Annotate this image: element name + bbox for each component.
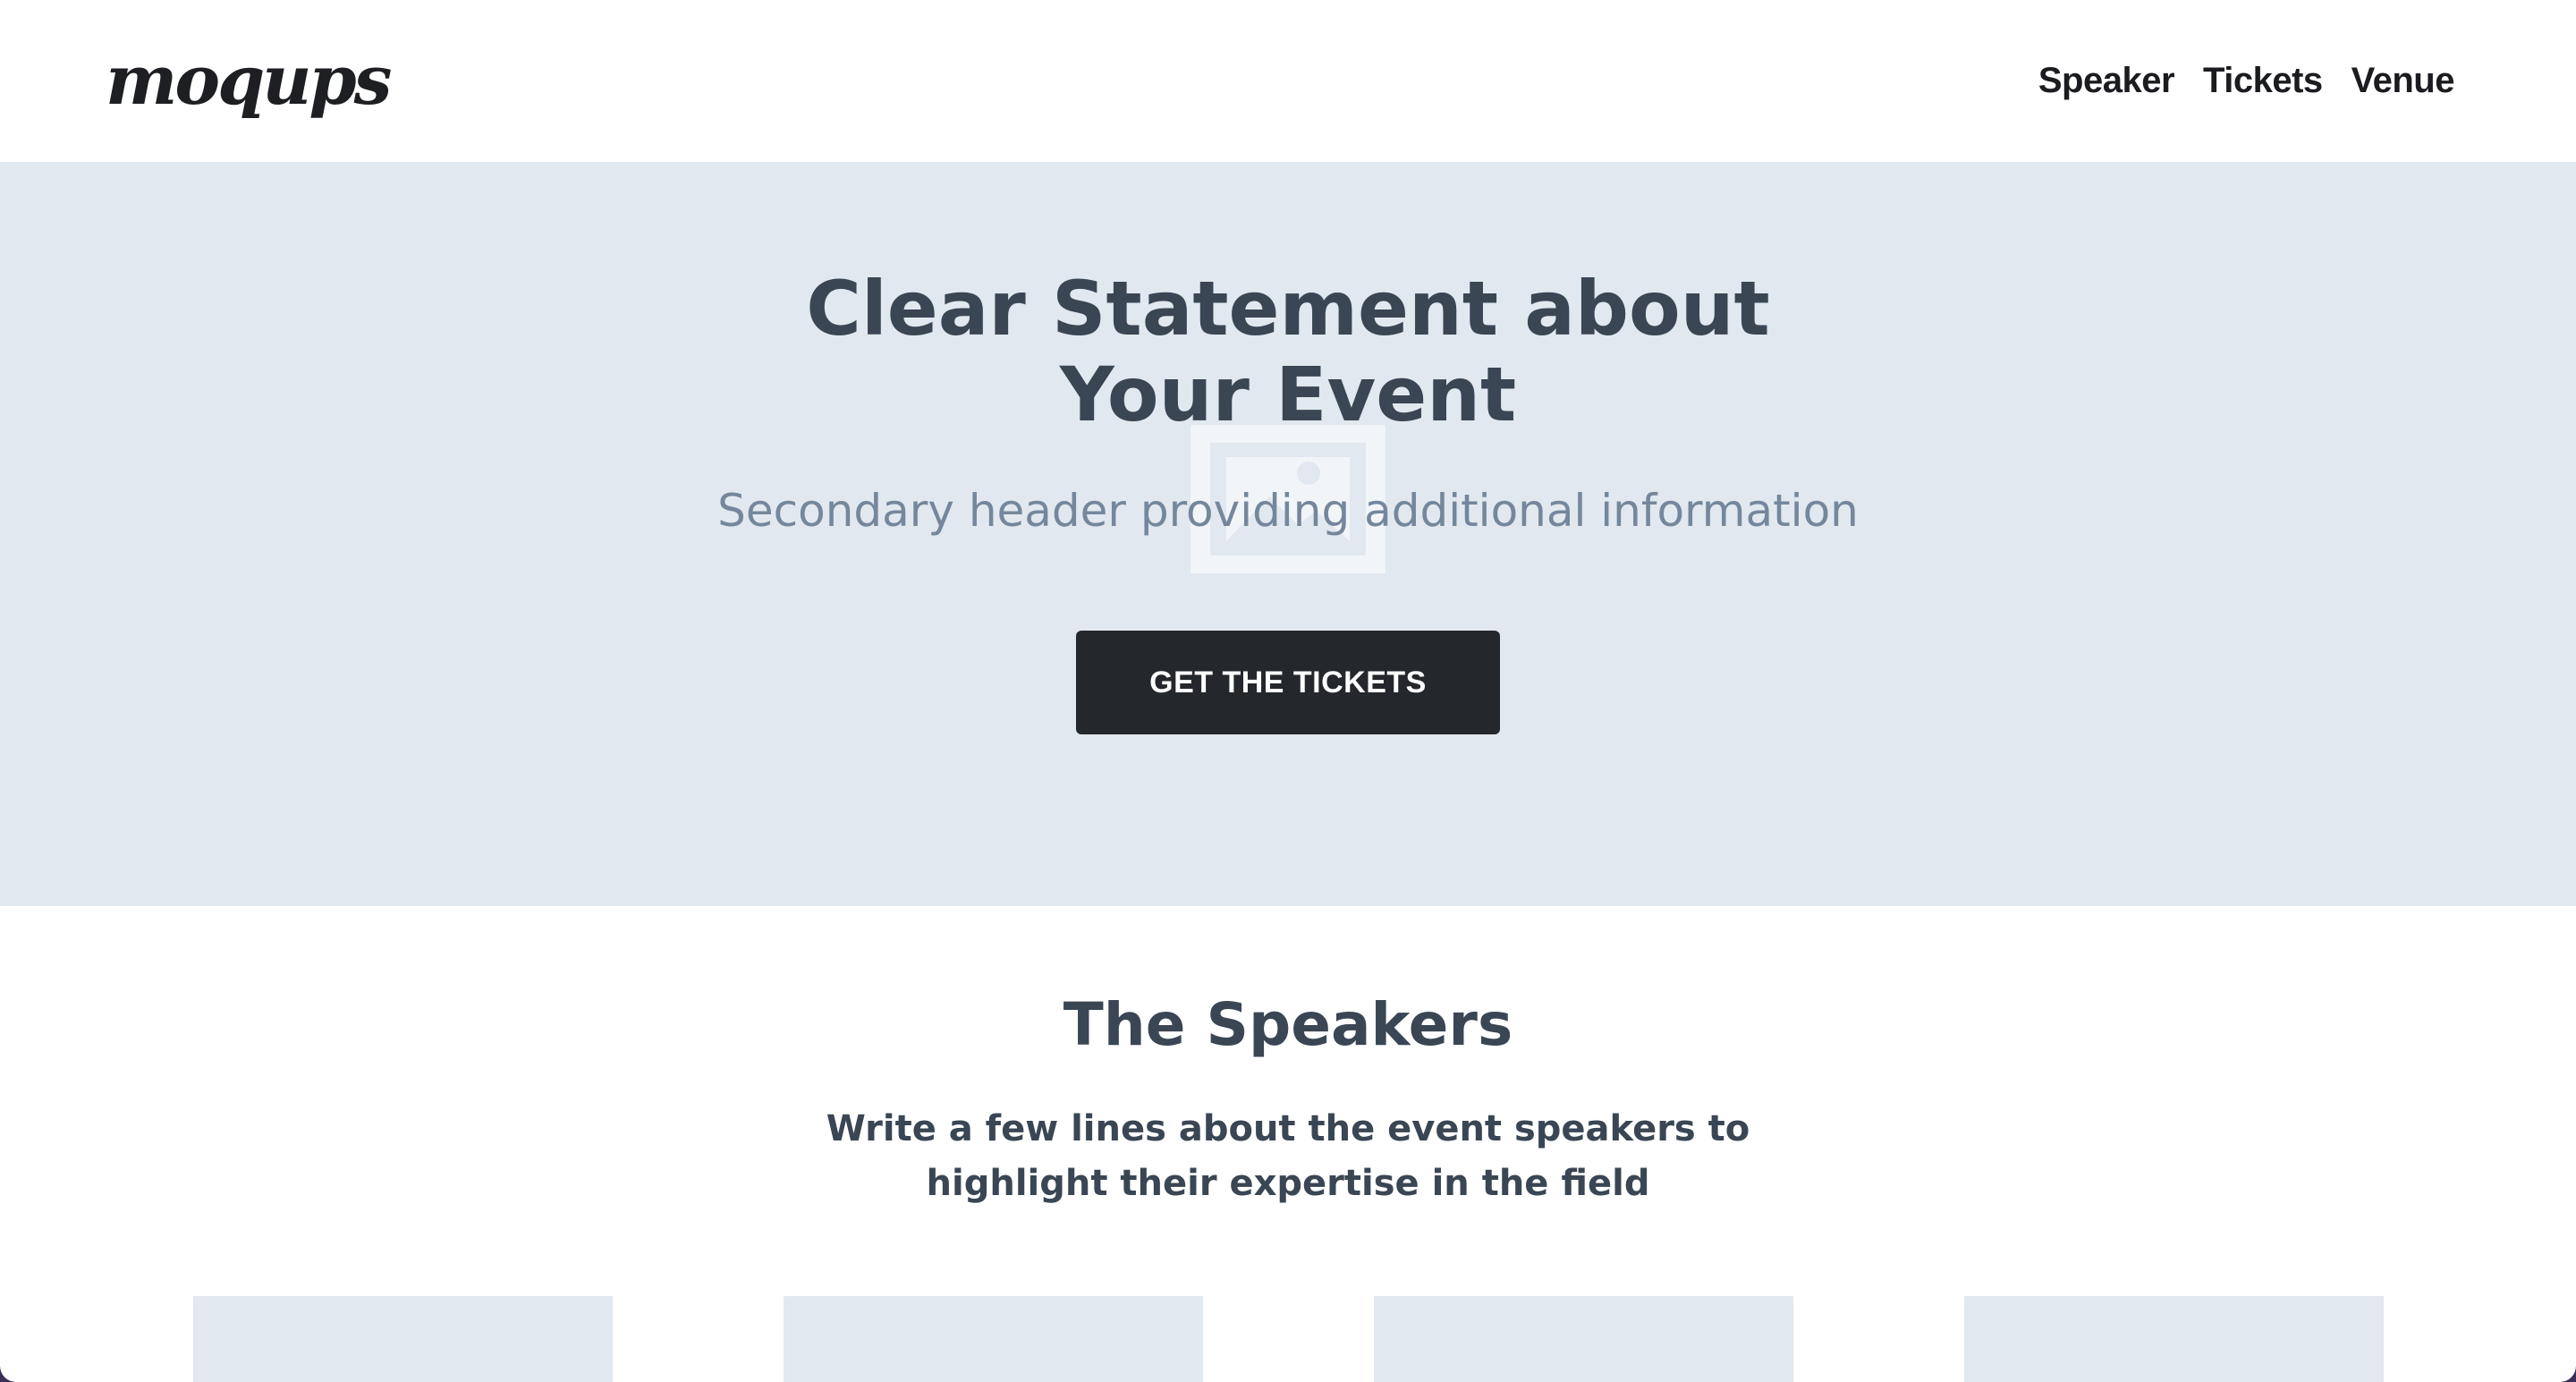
nav-link-speaker[interactable]: Speaker (2038, 63, 2175, 98)
main-nav: Speaker Tickets Venue (2038, 63, 2455, 98)
hero-title: Clear Statement about Your Event (0, 266, 2576, 437)
nav-link-venue[interactable]: Venue (2351, 63, 2455, 98)
speaker-card[interactable] (1964, 1296, 2384, 1382)
hero-section: Clear Statement about Your Event Seconda… (0, 162, 2576, 906)
speakers-heading: The Speakers (1063, 990, 1513, 1059)
speaker-card[interactable] (784, 1296, 1203, 1382)
landing-page: moqups Speaker Tickets Venue Clear State… (0, 0, 2576, 1382)
nav-link-tickets[interactable]: Tickets (2203, 63, 2323, 98)
top-navigation-bar: moqups Speaker Tickets Venue (0, 0, 2576, 162)
get-tickets-button[interactable]: GET THE TICKETS (1076, 631, 1500, 734)
hero-title-line-2: Your Event (1059, 351, 1517, 438)
speaker-card[interactable] (193, 1296, 613, 1382)
speakers-description: Write a few lines about the event speake… (0, 1102, 2576, 1211)
speakers-description-line-1: Write a few lines about the event speake… (826, 1108, 1750, 1149)
speakers-description-line-2: highlight their expertise in the field (926, 1163, 1650, 1204)
hero-subtitle: Secondary header providing additional in… (717, 485, 1859, 537)
moqups-logo[interactable]: moqups (106, 47, 392, 114)
speaker-card[interactable] (1374, 1296, 1793, 1382)
hero-title-line-1: Clear Statement about (806, 265, 1770, 352)
